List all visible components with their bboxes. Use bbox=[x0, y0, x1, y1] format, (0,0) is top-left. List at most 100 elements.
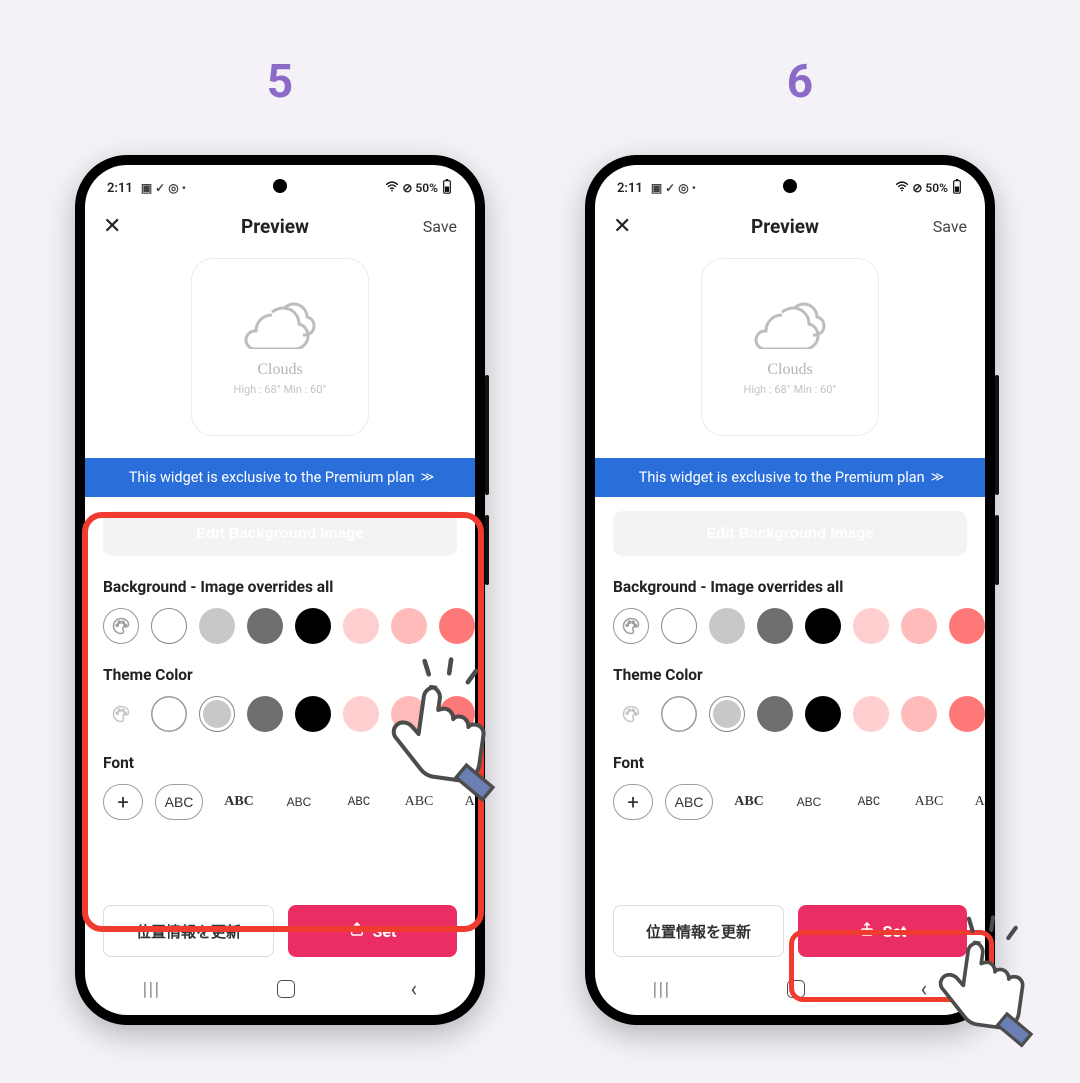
color-swatch[interactable] bbox=[709, 608, 745, 644]
widget-preview[interactable]: Clouds High : 68° Min : 60° bbox=[701, 258, 879, 436]
color-swatch[interactable] bbox=[391, 608, 427, 644]
check-icon: ✓ bbox=[665, 181, 675, 195]
color-swatch[interactable] bbox=[199, 608, 235, 644]
chevron-right-icon: ≫ bbox=[421, 470, 432, 485]
font-option[interactable]: ABC bbox=[275, 784, 323, 820]
battery-text: 50% bbox=[925, 181, 948, 195]
battery-text: 50% bbox=[415, 181, 438, 195]
color-swatch[interactable] bbox=[247, 608, 283, 644]
color-swatch[interactable] bbox=[247, 696, 283, 732]
close-icon[interactable]: ✕ bbox=[613, 216, 653, 238]
section-background-title: Background - Image overrides all bbox=[103, 578, 457, 596]
wifi-icon bbox=[385, 181, 399, 195]
color-swatch[interactable] bbox=[343, 608, 379, 644]
color-swatch[interactable] bbox=[151, 696, 187, 732]
color-swatch[interactable] bbox=[805, 608, 841, 644]
step-number-5: 5 bbox=[250, 55, 310, 109]
color-picker-icon[interactable] bbox=[103, 608, 139, 644]
set-button[interactable]: Set bbox=[798, 905, 967, 957]
wifi-icon bbox=[895, 181, 909, 195]
font-row: +ABCABCABCABCABCABC bbox=[103, 784, 457, 820]
premium-banner[interactable]: This widget is exclusive to the Premium … bbox=[595, 458, 985, 497]
font-option[interactable]: ABC bbox=[905, 784, 953, 820]
theme-color-row bbox=[613, 696, 967, 732]
font-add-button[interactable]: + bbox=[103, 784, 143, 820]
set-button-label: Set bbox=[883, 922, 907, 941]
color-swatch[interactable] bbox=[901, 608, 937, 644]
export-icon bbox=[859, 921, 875, 942]
color-swatch[interactable] bbox=[439, 608, 475, 644]
color-swatch-selected[interactable] bbox=[199, 696, 235, 732]
font-option[interactable]: ABC bbox=[665, 784, 713, 820]
section-theme-title: Theme Color bbox=[103, 666, 457, 684]
color-picker-icon[interactable] bbox=[613, 696, 649, 732]
color-picker-icon[interactable] bbox=[103, 696, 139, 732]
set-button[interactable]: Set bbox=[288, 905, 457, 957]
color-swatch[interactable] bbox=[949, 608, 985, 644]
page-title: Preview bbox=[653, 215, 917, 238]
section-background-title: Background - Image overrides all bbox=[613, 578, 967, 596]
premium-banner[interactable]: This widget is exclusive to the Premium … bbox=[85, 458, 475, 497]
cloud-icon bbox=[242, 299, 318, 353]
font-option[interactable]: ABC bbox=[965, 784, 985, 820]
color-swatch[interactable] bbox=[391, 696, 427, 732]
nav-recent-icon[interactable]: ||| bbox=[143, 979, 161, 1000]
save-button[interactable]: Save bbox=[917, 217, 967, 236]
font-option[interactable]: ABC bbox=[335, 784, 383, 820]
color-swatch[interactable] bbox=[661, 696, 697, 732]
status-time: 2:11 bbox=[107, 181, 133, 196]
target-icon: ◎ bbox=[678, 181, 688, 195]
front-camera bbox=[273, 179, 287, 193]
status-time: 2:11 bbox=[617, 181, 643, 196]
more-icon: • bbox=[692, 181, 696, 195]
export-icon bbox=[349, 921, 365, 942]
close-icon[interactable]: ✕ bbox=[103, 216, 143, 238]
nav-back-icon[interactable]: ‹ bbox=[410, 977, 417, 1002]
section-font-title: Font bbox=[103, 754, 457, 772]
color-swatch[interactable] bbox=[853, 696, 889, 732]
font-option[interactable]: ABC bbox=[725, 784, 773, 820]
color-swatch[interactable] bbox=[343, 696, 379, 732]
theme-color-row bbox=[103, 696, 457, 732]
font-option[interactable]: ABC bbox=[395, 784, 443, 820]
color-swatch[interactable] bbox=[295, 696, 331, 732]
font-option[interactable]: ABC bbox=[155, 784, 203, 820]
font-option[interactable]: ABC bbox=[845, 784, 893, 820]
nav-home-icon[interactable] bbox=[277, 980, 295, 998]
color-swatch-selected[interactable] bbox=[709, 696, 745, 732]
color-picker-icon[interactable] bbox=[613, 608, 649, 644]
chevron-right-icon: ≫ bbox=[931, 470, 942, 485]
font-option[interactable]: ABC bbox=[455, 784, 475, 820]
color-swatch[interactable] bbox=[295, 608, 331, 644]
save-button[interactable]: Save bbox=[407, 217, 457, 236]
no-signal-icon: ⊘ bbox=[402, 181, 412, 195]
color-swatch[interactable] bbox=[949, 696, 985, 732]
font-option[interactable]: ABC bbox=[785, 784, 833, 820]
color-swatch[interactable] bbox=[757, 696, 793, 732]
color-swatch[interactable] bbox=[439, 696, 475, 732]
section-font-title: Font bbox=[613, 754, 967, 772]
background-color-row bbox=[103, 608, 457, 644]
update-location-button[interactable]: 位置情報を更新 bbox=[103, 905, 274, 957]
nav-home-icon[interactable] bbox=[787, 980, 805, 998]
image-icon: ▣ bbox=[651, 181, 662, 195]
edit-background-button[interactable]: Edit Background Image bbox=[613, 511, 967, 556]
color-swatch[interactable] bbox=[757, 608, 793, 644]
no-signal-icon: ⊘ bbox=[912, 181, 922, 195]
color-swatch-selected[interactable] bbox=[661, 608, 697, 644]
color-swatch-selected[interactable] bbox=[151, 608, 187, 644]
font-add-button[interactable]: + bbox=[613, 784, 653, 820]
premium-banner-text: This widget is exclusive to the Premium … bbox=[639, 469, 925, 486]
nav-back-icon[interactable]: ‹ bbox=[920, 977, 927, 1002]
set-button-label: Set bbox=[373, 922, 397, 941]
edit-background-button[interactable]: Edit Background Image bbox=[103, 511, 457, 556]
android-nav-bar: ||| ‹ bbox=[595, 963, 985, 1015]
color-swatch[interactable] bbox=[901, 696, 937, 732]
more-icon: • bbox=[182, 181, 186, 195]
update-location-button[interactable]: 位置情報を更新 bbox=[613, 905, 784, 957]
nav-recent-icon[interactable]: ||| bbox=[653, 979, 671, 1000]
widget-preview[interactable]: Clouds High : 68° Min : 60° bbox=[191, 258, 369, 436]
color-swatch[interactable] bbox=[805, 696, 841, 732]
color-swatch[interactable] bbox=[853, 608, 889, 644]
font-option[interactable]: ABC bbox=[215, 784, 263, 820]
